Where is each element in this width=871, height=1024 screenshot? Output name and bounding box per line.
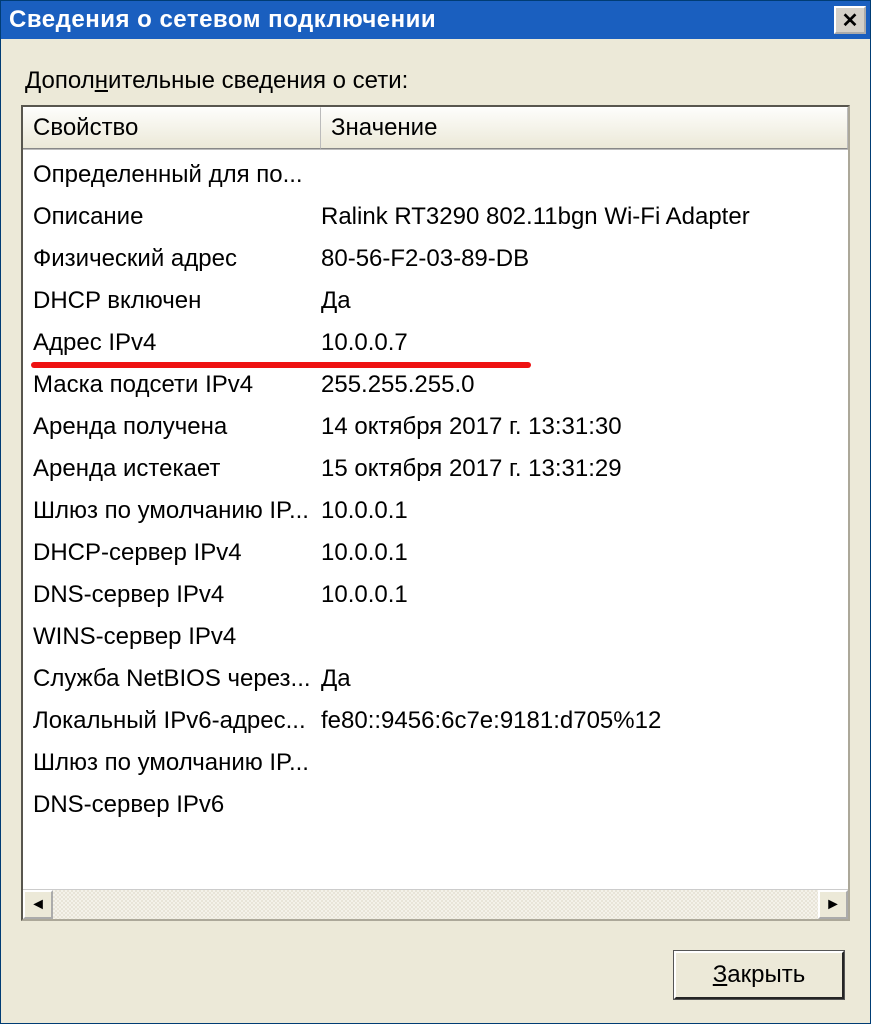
property-cell: Служба NetBIOS через...	[33, 660, 321, 698]
value-cell: 10.0.0.1	[321, 492, 838, 530]
table-row[interactable]: Служба NetBIOS через...Да	[23, 658, 848, 700]
value-cell: Да	[321, 660, 838, 698]
property-cell: Аренда истекает	[33, 450, 321, 488]
value-cell	[321, 156, 838, 194]
details-listview: Свойство Значение Определенный для по...…	[21, 105, 850, 921]
property-cell: DNS-сервер IPv4	[33, 576, 321, 614]
value-cell: 255.255.255.0	[321, 366, 838, 404]
table-row[interactable]: Шлюз по умолчанию IP...	[23, 742, 848, 784]
value-cell: 80-56-F2-03-89-DB	[321, 240, 838, 278]
property-cell: DNS-сервер IPv6	[33, 786, 321, 824]
property-cell: Адрес IPv4	[33, 324, 321, 362]
property-cell: Локальный IPv6-адрес...	[33, 702, 321, 740]
table-row[interactable]: Адрес IPv410.0.0.7	[23, 322, 848, 364]
value-cell	[321, 744, 838, 782]
details-label: Дополнительные сведения о сети:	[25, 67, 846, 95]
listview-header: Свойство Значение	[23, 107, 848, 150]
value-cell: 14 октября 2017 г. 13:31:30	[321, 408, 838, 446]
listview-body: Определенный для по...ОписаниеRalink RT3…	[23, 150, 848, 889]
scroll-right-arrow-icon[interactable]: ►	[818, 890, 848, 919]
property-cell: Аренда получена	[33, 408, 321, 446]
property-cell: Шлюз по умолчанию IP...	[33, 492, 321, 530]
client-area: Дополнительные сведения о сети: Свойство…	[1, 39, 870, 1023]
close-icon[interactable]: ✕	[834, 6, 866, 34]
property-cell: Физический адрес	[33, 240, 321, 278]
value-cell: fe80::9456:6c7e:9181:d705%12	[321, 702, 838, 740]
value-cell	[321, 786, 838, 824]
window-title: Сведения о сетевом подключении	[9, 6, 834, 34]
property-cell: Шлюз по умолчанию IP...	[33, 744, 321, 782]
table-row[interactable]: Локальный IPv6-адрес...fe80::9456:6c7e:9…	[23, 700, 848, 742]
table-row[interactable]: DHCP включенДа	[23, 280, 848, 322]
scrollbar-track[interactable]	[53, 890, 818, 919]
table-row[interactable]: Маска подсети IPv4255.255.255.0	[23, 364, 848, 406]
highlight-underline	[31, 362, 531, 368]
property-cell: Маска подсети IPv4	[33, 366, 321, 404]
table-row[interactable]: Шлюз по умолчанию IP...10.0.0.1	[23, 490, 848, 532]
titlebar[interactable]: Сведения о сетевом подключении ✕	[1, 1, 870, 39]
column-header-property[interactable]: Свойство	[23, 107, 321, 149]
button-row: Закрыть	[21, 921, 850, 1003]
value-cell: 15 октября 2017 г. 13:31:29	[321, 450, 838, 488]
property-cell: Определенный для по...	[33, 156, 321, 194]
table-row[interactable]: Физический адрес80-56-F2-03-89-DB	[23, 238, 848, 280]
scroll-left-arrow-icon[interactable]: ◄	[23, 890, 53, 919]
table-row[interactable]: Аренда получена14 октября 2017 г. 13:31:…	[23, 406, 848, 448]
property-cell: DHCP включен	[33, 282, 321, 320]
close-button-after: акрыть	[727, 961, 805, 988]
details-label-after: ительные сведения о сети:	[108, 67, 408, 94]
table-row[interactable]: ОписаниеRalink RT3290 802.11bgn Wi-Fi Ad…	[23, 196, 848, 238]
value-cell: 10.0.0.7	[321, 324, 838, 362]
table-row[interactable]: Определенный для по...	[23, 154, 848, 196]
property-cell: DHCP-сервер IPv4	[33, 534, 321, 572]
details-label-before: Допол	[25, 67, 95, 94]
close-button[interactable]: Закрыть	[674, 951, 844, 999]
table-row[interactable]: DNS-сервер IPv410.0.0.1	[23, 574, 848, 616]
value-cell: 10.0.0.1	[321, 534, 838, 572]
column-header-value[interactable]: Значение	[321, 107, 848, 149]
details-label-mnemonic: н	[95, 67, 108, 94]
value-cell: Ralink RT3290 802.11bgn Wi-Fi Adapter	[321, 198, 838, 236]
property-cell: WINS-сервер IPv4	[33, 618, 321, 656]
property-cell: Описание	[33, 198, 321, 236]
close-button-mnemonic: З	[713, 961, 728, 988]
value-cell: Да	[321, 282, 838, 320]
table-row[interactable]: DHCP-сервер IPv410.0.0.1	[23, 532, 848, 574]
horizontal-scrollbar[interactable]: ◄ ►	[23, 889, 848, 919]
value-cell	[321, 618, 838, 656]
value-cell: 10.0.0.1	[321, 576, 838, 614]
dialog-window: Сведения о сетевом подключении ✕ Дополни…	[0, 0, 871, 1024]
table-row[interactable]: DNS-сервер IPv6	[23, 784, 848, 826]
table-row[interactable]: Аренда истекает15 октября 2017 г. 13:31:…	[23, 448, 848, 490]
table-row[interactable]: WINS-сервер IPv4	[23, 616, 848, 658]
